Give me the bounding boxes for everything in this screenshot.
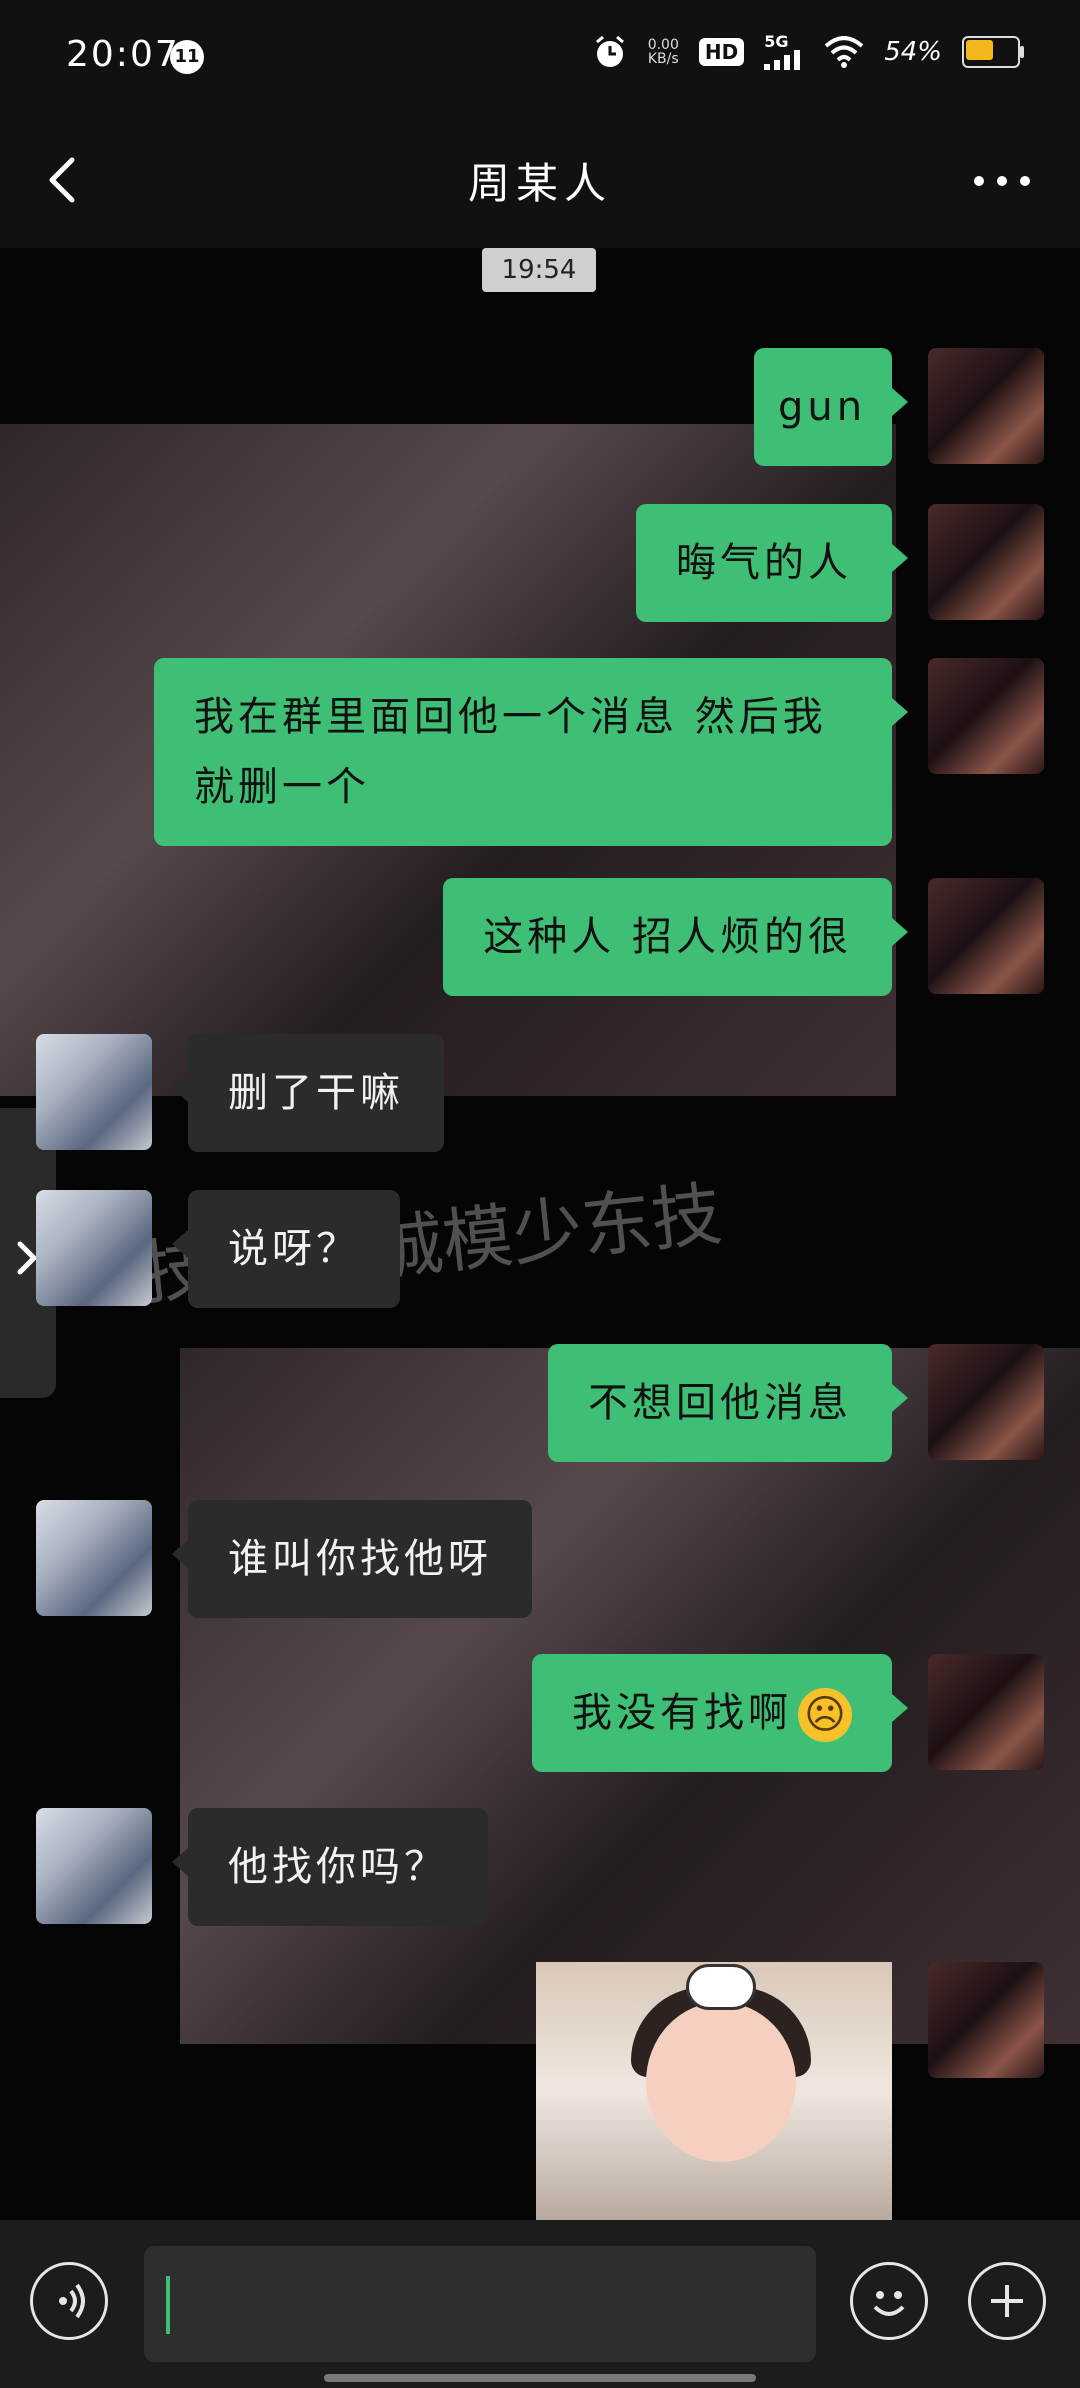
avatar[interactable] — [928, 658, 1044, 774]
net-speed-value: 0.00 — [647, 37, 679, 53]
wifi-icon — [824, 36, 864, 68]
battery-icon — [962, 36, 1024, 68]
input-bar — [0, 2220, 1080, 2388]
message-input[interactable] — [144, 2246, 816, 2362]
status-bar: 20:07 11 0.00 KB/s HD 5G 54% — [0, 0, 1080, 120]
message-bubble[interactable]: gun — [754, 348, 908, 466]
emoji-icon[interactable] — [850, 2262, 928, 2340]
battery-percent: 54% — [884, 37, 942, 67]
avatar[interactable] — [36, 1500, 152, 1616]
network-type: 5G — [764, 32, 789, 51]
message-bubble[interactable]: 他找你吗？ — [172, 1808, 488, 1926]
text-cursor — [166, 2276, 170, 2334]
message-text: 我没有找啊 — [572, 1690, 792, 1736]
avatar[interactable] — [928, 1962, 1044, 2078]
alarm-icon — [595, 35, 624, 67]
more-dots-icon[interactable] — [974, 176, 1030, 190]
net-speed: 0.00 KB/s — [648, 38, 679, 66]
avatar[interactable] — [36, 1808, 152, 1924]
plus-icon[interactable] — [968, 2262, 1046, 2340]
voice-icon[interactable] — [30, 2262, 108, 2340]
notification-badge: 11 — [170, 40, 204, 74]
avatar[interactable] — [928, 504, 1044, 620]
chat-title: 周某人 — [467, 159, 612, 208]
message-bubble[interactable]: 不想回他消息 — [548, 1344, 908, 1462]
avatar[interactable] — [928, 1344, 1044, 1460]
avatar[interactable] — [928, 878, 1044, 994]
battery-level — [966, 40, 993, 60]
home-indicator[interactable] — [324, 2374, 756, 2382]
timestamp: 19:54 — [482, 248, 596, 292]
message-bubble[interactable]: 这种人 招人烦的很 — [443, 878, 908, 996]
message-bubble[interactable]: 谁叫你找他呀 — [172, 1500, 532, 1618]
status-time: 20:07 — [66, 34, 180, 75]
message-bubble[interactable]: 删了干嘛 — [172, 1034, 444, 1152]
avatar[interactable] — [928, 1654, 1044, 1770]
chat-area[interactable]: 技巧 真诚模少东技 19:54 gun 晦气的人 我在群里面回他一个消息 然后我… — [0, 248, 1080, 2220]
message-bubble[interactable]: 我没有找啊 ☹ — [532, 1654, 908, 1772]
hd-badge: HD — [698, 38, 745, 66]
avatar[interactable] — [36, 1034, 152, 1150]
status-indicators: 0.00 KB/s HD 5G 54% — [592, 34, 1024, 70]
avatar[interactable] — [36, 1190, 152, 1306]
message-bubble[interactable]: 说呀？ — [172, 1190, 400, 1308]
signal-icon: 5G — [764, 34, 804, 70]
image-sticker[interactable] — [536, 1962, 892, 2220]
pig-hat-icon — [686, 1964, 756, 2010]
message-bubble[interactable]: 我在群里面回他一个消息 然后我就删一个 — [154, 658, 908, 846]
sad-face-emoji-icon: ☹ — [798, 1688, 852, 1742]
avatar[interactable] — [928, 348, 1044, 464]
chat-header: 周某人 — [0, 120, 1080, 248]
message-bubble[interactable]: 晦气的人 — [636, 504, 908, 622]
net-speed-unit: KB/s — [647, 51, 679, 67]
